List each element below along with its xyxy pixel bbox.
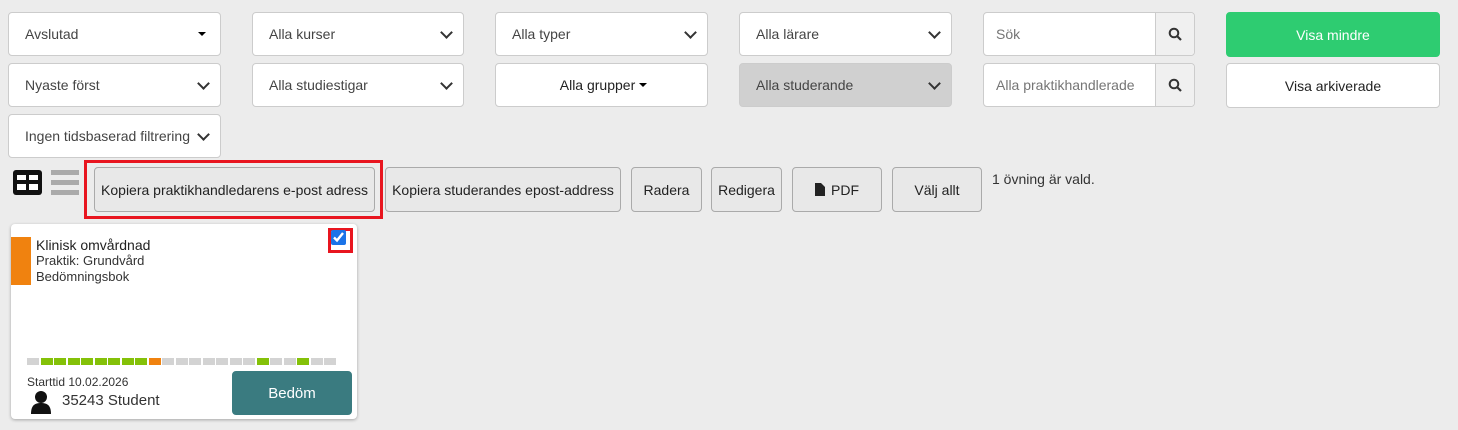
- supervisor-search-button[interactable]: [1155, 64, 1194, 106]
- start-date: Starttid 10.02.2026: [27, 375, 129, 389]
- chevron-down-icon: [928, 25, 941, 39]
- progress-segment-green: [135, 358, 147, 365]
- progress-segment-gray: [189, 358, 201, 365]
- teachers-select[interactable]: Alla lärare: [739, 12, 952, 56]
- file-icon: [815, 183, 825, 196]
- student-name: 35243 Student: [62, 392, 160, 409]
- show-less-button[interactable]: Visa mindre: [1226, 12, 1440, 57]
- search-icon: [1168, 27, 1182, 41]
- progress-segment-green: [81, 358, 93, 365]
- supervisor-search-input[interactable]: [984, 64, 1155, 106]
- progress-segment-gray: [283, 358, 296, 365]
- assess-button[interactable]: Bedöm: [232, 371, 352, 415]
- teachers-label: Alla lärare: [756, 26, 820, 42]
- selection-status: 1 övning är vald.: [992, 171, 1095, 187]
- search-field: [983, 12, 1195, 56]
- groups-dropdown[interactable]: Alla grupper: [495, 63, 708, 107]
- card-subtitle: Praktik: Grundvård: [36, 253, 145, 268]
- status-select[interactable]: Avslutad: [8, 12, 221, 56]
- paths-label: Alla studiestigar: [269, 77, 368, 93]
- course-color-bar: [11, 237, 31, 285]
- copy-supervisor-email-button[interactable]: Kopiera praktikhandledarens e-post adres…: [94, 167, 375, 212]
- copy-student-email-button[interactable]: Kopiera studerandes epost-address: [385, 167, 621, 212]
- sort-label: Nyaste först: [25, 77, 100, 93]
- progress-segment-gray: [27, 358, 39, 365]
- pdf-label: PDF: [831, 181, 859, 198]
- chevron-down-icon: [928, 76, 941, 90]
- search-button[interactable]: [1155, 13, 1194, 55]
- types-label: Alla typer: [512, 26, 571, 42]
- progress-segment-gray: [202, 358, 215, 365]
- progress-segment-orange: [148, 358, 161, 365]
- progress-bar: [27, 358, 338, 365]
- paths-select[interactable]: Alla studiestigar: [252, 63, 464, 107]
- progress-segment-green: [40, 358, 53, 365]
- progress-segment-green: [67, 358, 80, 365]
- search-icon: [1168, 78, 1182, 92]
- show-archived-button[interactable]: Visa arkiverade: [1226, 63, 1440, 108]
- progress-segment-green: [94, 358, 107, 365]
- courses-select[interactable]: Alla kurser: [252, 12, 464, 56]
- courses-label: Alla kurser: [269, 26, 336, 42]
- list-view-icon[interactable]: [51, 170, 79, 195]
- progress-segment-gray: [243, 358, 255, 365]
- progress-segment-green: [121, 358, 134, 365]
- time-filter-label: Ingen tidsbaserad filtrering: [25, 128, 190, 144]
- progress-segment-green: [297, 358, 309, 365]
- types-select[interactable]: Alla typer: [495, 12, 708, 56]
- progress-segment-gray: [229, 358, 242, 365]
- chevron-down-icon: [197, 76, 210, 90]
- caret-down-icon: [639, 83, 648, 87]
- card-type: Bedömningsbok: [36, 269, 130, 284]
- user-icon: [31, 391, 51, 414]
- chevron-down-icon: [440, 25, 453, 39]
- students-label: Alla studerande: [756, 77, 854, 93]
- edit-button[interactable]: Redigera: [711, 167, 782, 212]
- progress-segment-gray: [310, 358, 323, 365]
- groups-label: Alla grupper: [559, 77, 636, 93]
- students-select[interactable]: Alla studerande: [739, 63, 952, 107]
- chevron-down-icon: [684, 25, 697, 39]
- search-input[interactable]: [984, 13, 1155, 55]
- caret-down-icon: [198, 32, 206, 36]
- delete-button[interactable]: Radera: [631, 167, 702, 212]
- chevron-down-icon: [197, 127, 210, 141]
- progress-segment-gray: [270, 358, 282, 365]
- progress-segment-green: [54, 358, 66, 365]
- grid-view-icon[interactable]: [13, 170, 42, 195]
- status-label: Avslutad: [25, 26, 79, 42]
- supervisor-search-field: [983, 63, 1195, 107]
- progress-segment-gray: [324, 358, 336, 365]
- pdf-button[interactable]: PDF: [792, 167, 882, 212]
- sort-select[interactable]: Nyaste först: [8, 63, 221, 107]
- select-all-button[interactable]: Välj allt: [892, 167, 982, 212]
- select-checkbox[interactable]: [331, 230, 346, 245]
- progress-segment-green: [256, 358, 269, 365]
- progress-segment-gray: [162, 358, 174, 365]
- time-filter-select[interactable]: Ingen tidsbaserad filtrering: [8, 114, 221, 158]
- exercise-card: Klinisk omvårdnad Praktik: Grundvård Bed…: [11, 224, 357, 419]
- progress-segment-gray: [216, 358, 228, 365]
- progress-segment-gray: [175, 358, 188, 365]
- chevron-down-icon: [440, 76, 453, 90]
- progress-segment-green: [108, 358, 120, 365]
- card-title: Klinisk omvårdnad: [36, 237, 151, 253]
